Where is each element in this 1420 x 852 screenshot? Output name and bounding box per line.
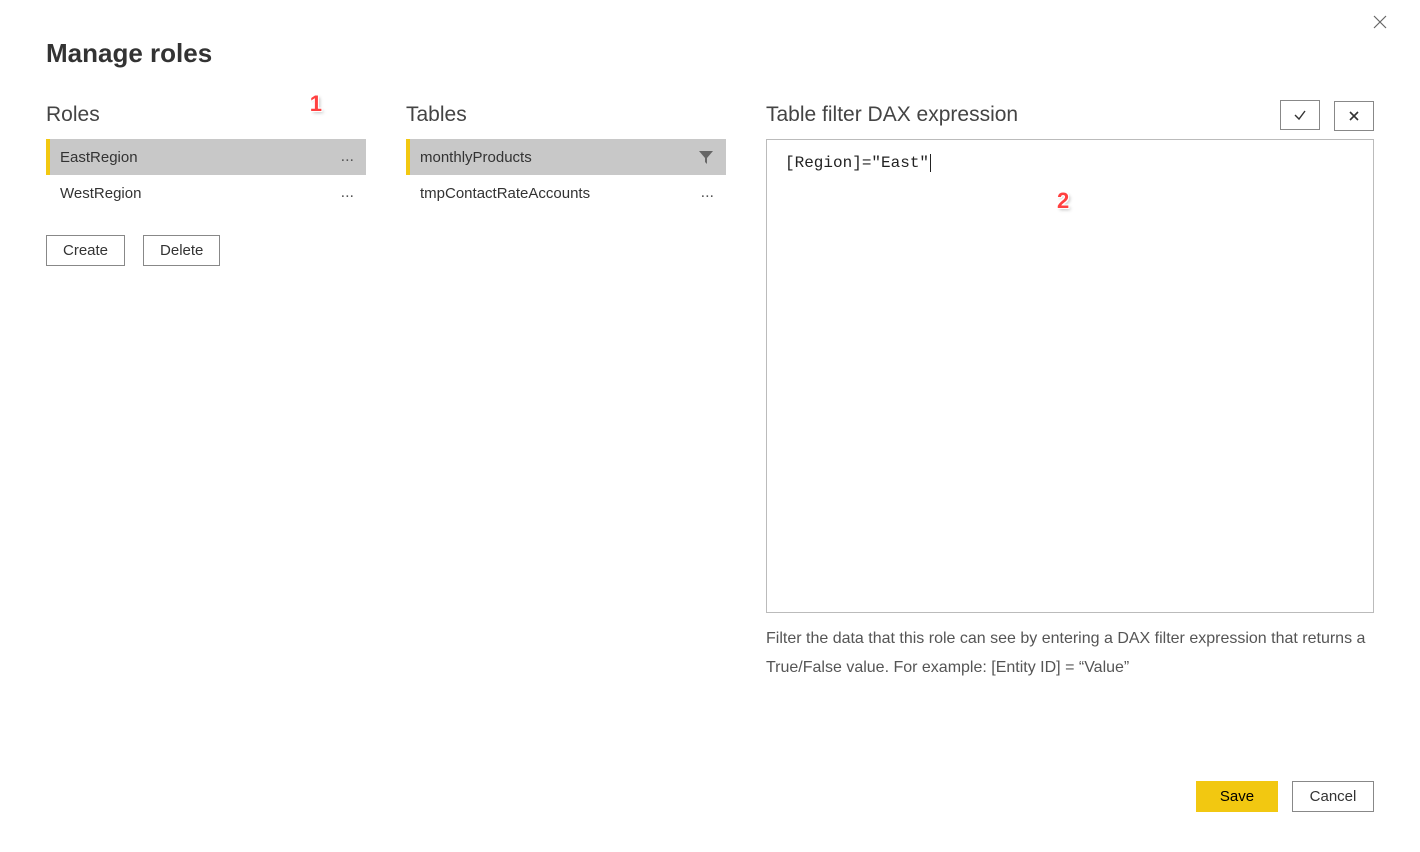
role-item-label: EastRegion [60, 149, 138, 166]
tables-header: Tables [406, 103, 467, 127]
cancel-button[interactable]: Cancel [1292, 781, 1374, 812]
dax-expression-input[interactable]: [Region]="East" 2 [766, 139, 1374, 613]
create-button[interactable]: Create [46, 235, 125, 266]
role-item[interactable]: WestRegion ... [46, 175, 366, 211]
filter-icon [696, 147, 716, 167]
expression-hint: Filter the data that this role can see b… [766, 625, 1374, 683]
dax-expression-value: [Region]="East" [785, 154, 929, 172]
table-item-label: tmpContactRateAccounts [420, 185, 590, 202]
close-icon[interactable] [1368, 10, 1392, 34]
more-icon[interactable]: ... [339, 153, 356, 161]
save-button[interactable]: Save [1196, 781, 1278, 812]
delete-button[interactable]: Delete [143, 235, 220, 266]
dialog-footer: Save Cancel [1196, 781, 1374, 812]
reject-expression-button[interactable] [1334, 101, 1374, 131]
roles-header: Roles [46, 103, 100, 127]
tables-list: monthlyProducts tmpContactRateAccounts .… [406, 139, 726, 211]
tables-column: Tables monthlyProducts tmpContactRateAcc… [406, 97, 726, 683]
page-title: Manage roles [46, 38, 1374, 69]
accept-expression-button[interactable] [1280, 100, 1320, 130]
expression-header: Table filter DAX expression [766, 103, 1018, 127]
table-item[interactable]: monthlyProducts [406, 139, 726, 175]
more-icon[interactable]: ... [699, 189, 716, 197]
roles-column: Roles EastRegion ... WestRegion ... Crea… [46, 97, 366, 683]
table-item-label: monthlyProducts [420, 149, 532, 166]
expression-column: Table filter DAX expression [Region]="Ea… [766, 97, 1374, 683]
table-item[interactable]: tmpContactRateAccounts ... [406, 175, 726, 211]
roles-list: EastRegion ... WestRegion ... [46, 139, 366, 211]
role-item[interactable]: EastRegion ... [46, 139, 366, 175]
role-item-label: WestRegion [60, 185, 141, 202]
more-icon[interactable]: ... [339, 189, 356, 197]
annotation-2: 2 [1057, 188, 1069, 214]
text-caret [930, 154, 931, 172]
